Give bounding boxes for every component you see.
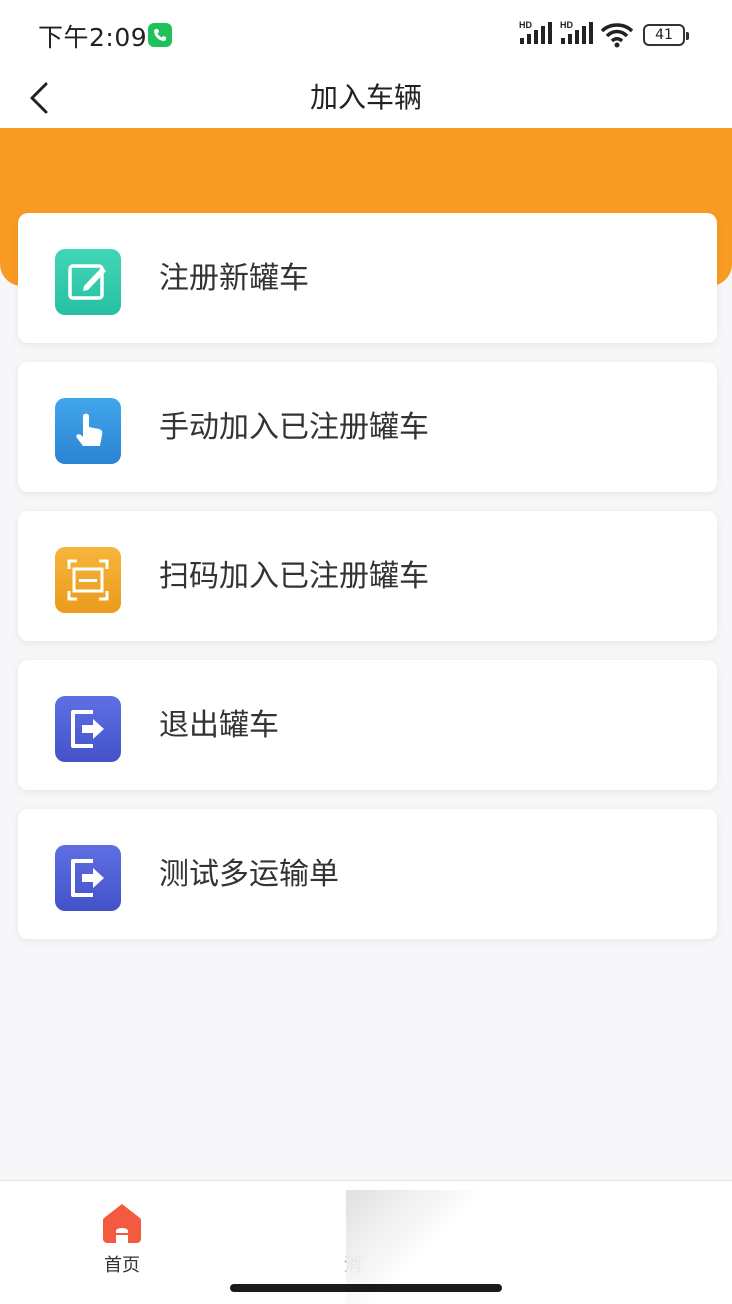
menu-item-label: 退出罐车 (159, 708, 279, 743)
wifi-icon (600, 22, 634, 52)
exit-icon (55, 696, 121, 762)
scan-icon (55, 547, 121, 613)
cellular-signal-2-icon: HD (560, 20, 594, 50)
page-title: 加入车辆 (309, 81, 422, 114)
tab-home[interactable]: 首页 (92, 1191, 152, 1276)
signal-hd-label: HD (560, 20, 573, 30)
nav-bar: 加入车辆 (0, 66, 732, 128)
tab-label: 首页 (104, 1255, 140, 1276)
menu-item-manual-join[interactable]: 手动加入已注册罐车 (18, 362, 717, 492)
status-bar: 下午2:09 HD HD 41 (0, 0, 732, 66)
cellular-signal-icon: HD (519, 20, 553, 50)
battery-indicator: 41 (643, 24, 689, 46)
tap-finger-icon (55, 398, 121, 464)
home-icon (103, 1204, 141, 1243)
menu-item-label: 注册新罐车 (159, 261, 309, 296)
home-indicator[interactable] (230, 1284, 502, 1292)
signal-hd-label: HD (519, 20, 532, 30)
menu-item-label: 测试多运输单 (159, 857, 339, 892)
phone-call-icon (148, 23, 172, 47)
menu-item-scan-join[interactable]: 扫码加入已注册罐车 (18, 511, 717, 641)
menu-item-exit-tanker[interactable]: 退出罐车 (18, 660, 717, 790)
edit-icon (55, 249, 121, 315)
action-menu: 注册新罐车 手动加入已注册罐车 扫码加入已注册罐车 退出罐车 测试多运输单 (18, 213, 717, 958)
menu-item-register-new-tanker[interactable]: 注册新罐车 (18, 213, 717, 343)
menu-item-label: 扫码加入已注册罐车 (159, 559, 429, 594)
status-time: 下午2:09 (38, 23, 148, 52)
menu-item-test-multi-waybill[interactable]: 测试多运输单 (18, 809, 717, 939)
menu-item-label: 手动加入已注册罐车 (159, 410, 429, 445)
exit-icon (55, 845, 121, 911)
